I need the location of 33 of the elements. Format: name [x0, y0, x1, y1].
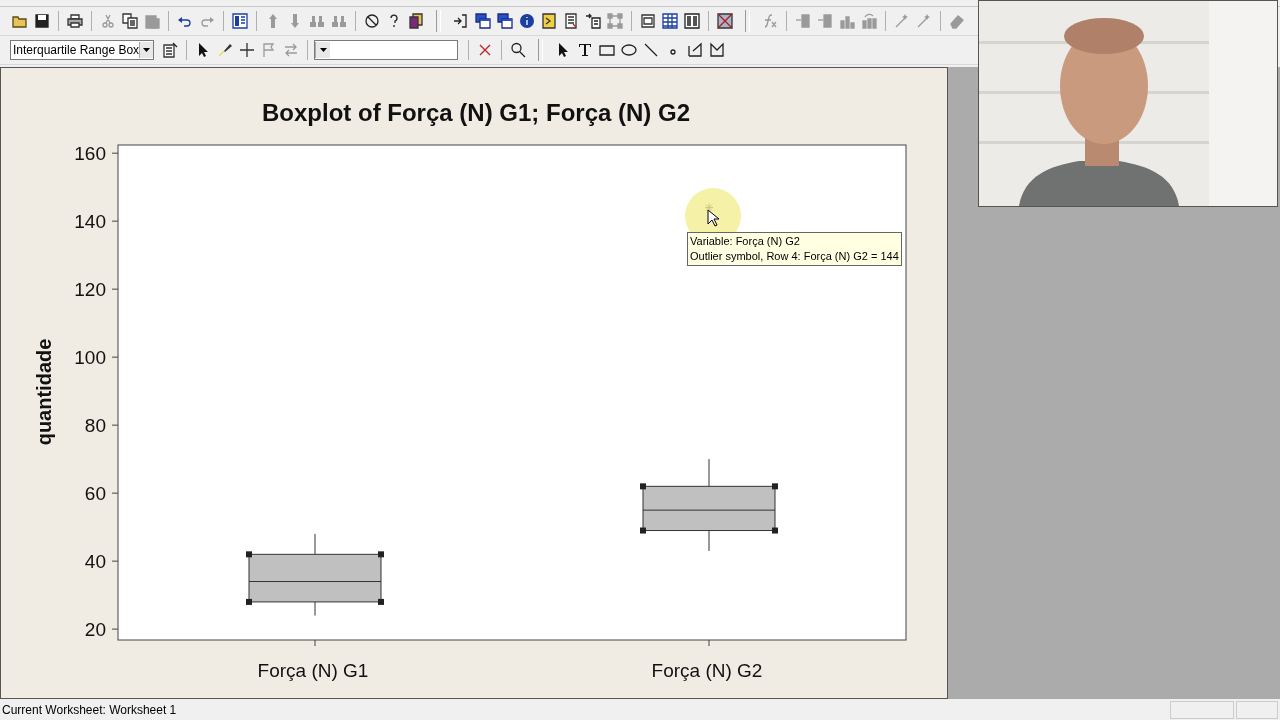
y-tick-label: 100 [74, 347, 106, 369]
mouse-cursor-icon [707, 209, 719, 227]
y-tick-label: 40 [84, 551, 106, 573]
grid-icon[interactable] [660, 10, 680, 32]
crossed-grid-icon[interactable] [715, 10, 735, 32]
status-text: Current Worksheet: Worksheet 1 [2, 702, 178, 717]
table-icon[interactable] [682, 10, 702, 32]
y-tick-label: 160 [74, 143, 106, 165]
x-category-label: Força (N) G2 [651, 660, 763, 681]
chart-title: Boxplot of Força (N) G1; Força (N) G2 [262, 99, 690, 126]
boxplot-drawing[interactable] [640, 458, 778, 552]
boxplot-drawing[interactable] [246, 533, 384, 616]
dropdown-field[interactable]: Interquartile Range Box [10, 40, 154, 60]
caret-icon[interactable] [319, 48, 327, 52]
y-tick-label: 140 [74, 211, 106, 233]
tooltip-text: Outlier symbol, Row 4: Força (N) G2 = 144 [690, 249, 899, 264]
y-tick-label: 60 [84, 483, 106, 505]
dropdown-field[interactable] [314, 40, 458, 60]
windows-icon[interactable] [495, 10, 515, 32]
y-tick-label: 120 [74, 279, 106, 301]
windows-icon[interactable] [473, 10, 493, 32]
x-category-label: Força (N) G1 [257, 660, 369, 681]
window-icon[interactable] [230, 10, 250, 32]
y-axis-label: quantidade [33, 338, 55, 446]
y-tick-label: 20 [84, 619, 106, 641]
status-panel [1170, 700, 1234, 719]
status-panel [1236, 700, 1278, 719]
y-tick-label: 80 [84, 415, 106, 437]
document-icon[interactable] [539, 10, 559, 32]
caret-icon[interactable] [143, 48, 151, 52]
tooltip-text: Variable: Força (N) G2 [690, 234, 801, 249]
copy-icon[interactable] [120, 10, 140, 32]
documents-icon[interactable] [406, 10, 426, 32]
